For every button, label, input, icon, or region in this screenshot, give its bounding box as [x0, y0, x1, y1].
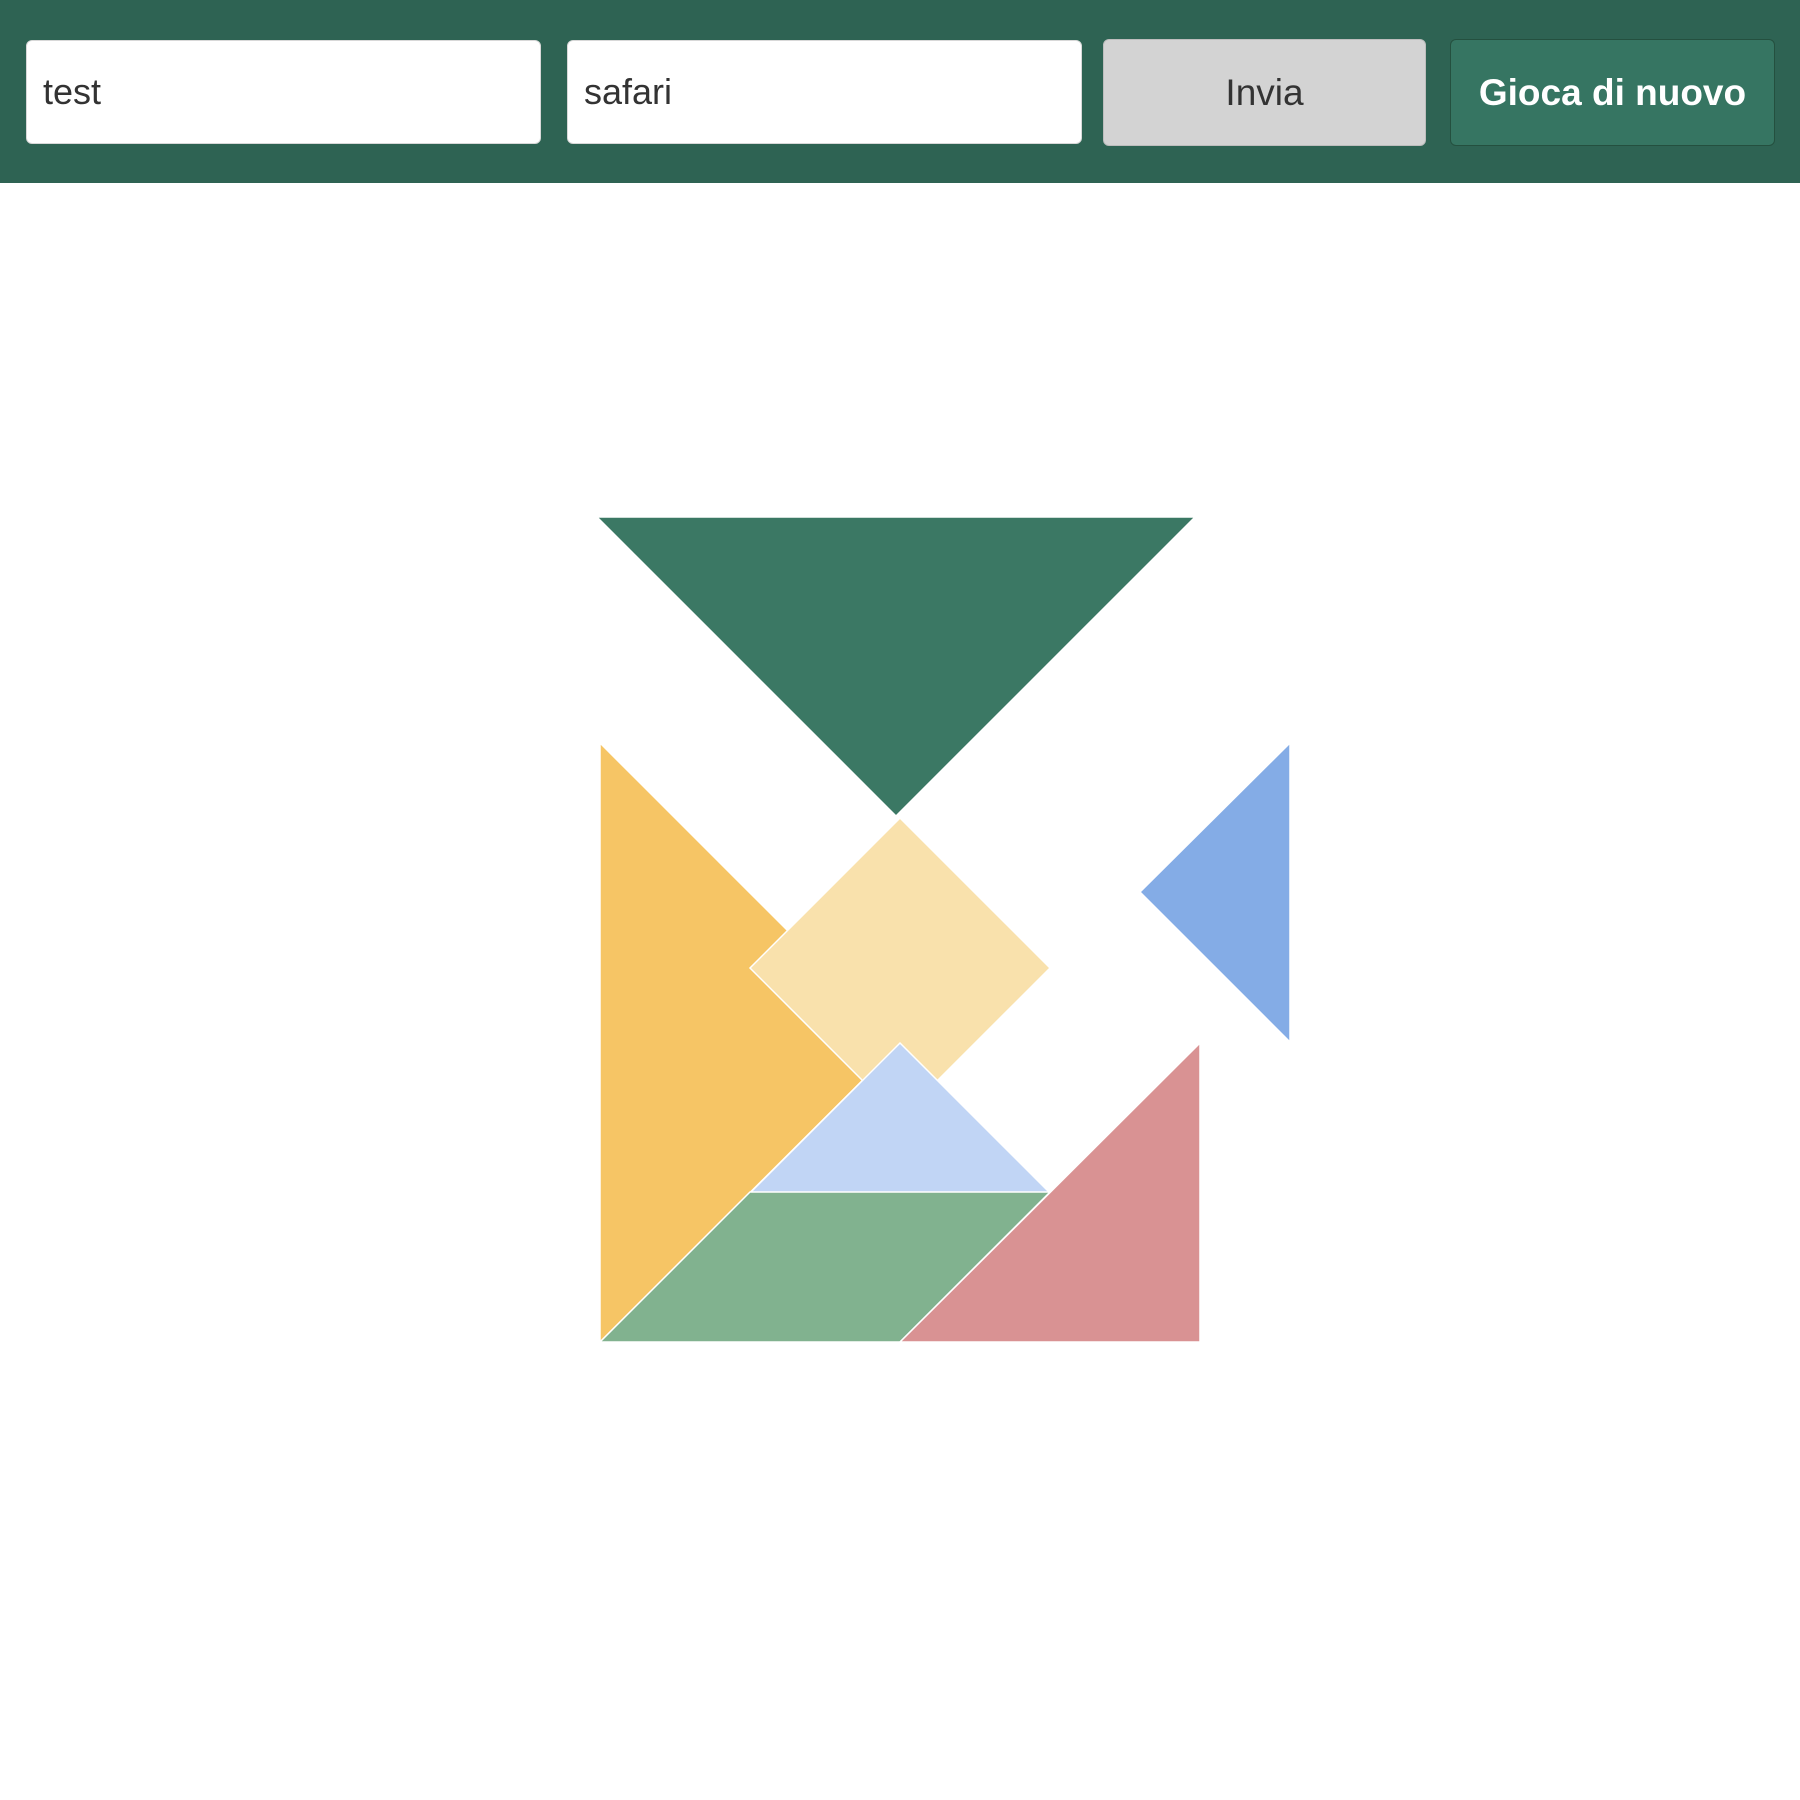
tangram-board: [0, 183, 1800, 1800]
tangram-canvas: [595, 516, 1291, 1344]
large-triangle-dark-green-piece[interactable]: [595, 516, 1197, 818]
top-bar: Invia Gioca di nuovo: [0, 0, 1800, 183]
submit-button[interactable]: Invia: [1103, 39, 1426, 146]
guess-input[interactable]: [567, 40, 1082, 144]
play-again-button[interactable]: Gioca di nuovo: [1450, 39, 1775, 146]
name-input[interactable]: [26, 40, 541, 144]
small-triangle-blue-piece[interactable]: [1138, 741, 1291, 1044]
